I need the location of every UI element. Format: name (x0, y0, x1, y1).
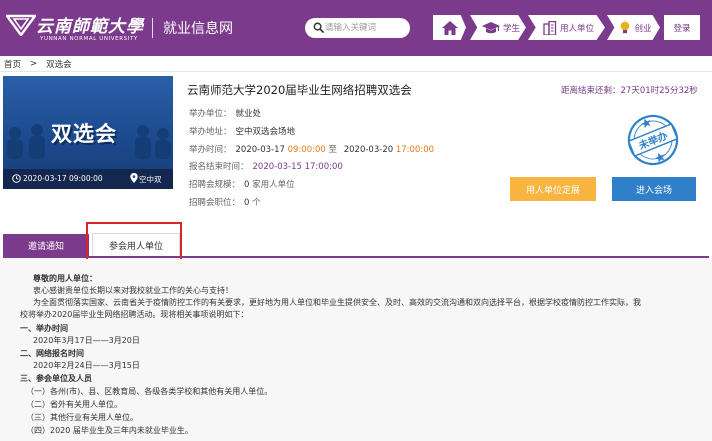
banner-title: 双选会 (51, 122, 117, 146)
organizer-value: 就业处 (235, 109, 262, 119)
building-icon (543, 20, 557, 35)
breadcrumb: 首页 > 双选会 (4, 56, 72, 71)
notice-item-4: （四）2020 届毕业生及三年内未就业毕业生。 (26, 426, 193, 435)
breadcrumb-divider (0, 71, 712, 72)
notice-paragraph-2: 校将举办2020届毕业生网络招聘活动。现将相关事项说明如下： (20, 310, 249, 319)
notice-paragraph-1: 为全面贯彻落实国家、云南省关于疫情防控工作的有关要求，更好地为用人单位和毕业生提… (33, 298, 641, 307)
lightbulb-icon (621, 20, 630, 34)
notice-time-text: 2020年3月17日——3月20日 (33, 336, 140, 345)
notice-item-1: （一）各州(市)、县、区教育局、各级各类学校和其他有关用人单位。 (26, 387, 273, 396)
notice-heading-time: 一、举办时间 (20, 324, 68, 333)
nav-startup-button[interactable]: 创业 (607, 15, 660, 40)
notice-thanks: 衷心感谢贵单位长期以来对我校就业工作的关心与支持！ (33, 286, 233, 295)
info-scale: 招聘会规模： 0 家用人单位 (189, 178, 295, 190)
enter-venue-button[interactable]: 进入会场 (612, 177, 696, 201)
search-input[interactable] (325, 21, 405, 35)
logo-emblem-icon (6, 14, 36, 36)
breadcrumb-current: 双选会 (46, 59, 72, 70)
search-box (305, 18, 410, 38)
nav-student-button[interactable]: 学生 (470, 15, 526, 40)
address-value: 空中双选会场地 (235, 127, 296, 137)
banner-date: 2020-03-17 09:00:00 (23, 174, 103, 183)
info-time: 举办时间： 2020-03-17 09:00:00 至 2020-03-20 17… (189, 143, 434, 155)
site-name: 就业信息网 (163, 21, 233, 37)
start-date: 2020-03-17 (235, 145, 285, 155)
site-header: 云南師範大學 YUNNAN NORMAL UNIVERSITY 就业信息网 学生 (0, 0, 712, 56)
university-logo[interactable]: 云南師範大學 YUNNAN NORMAL UNIVERSITY (6, 10, 146, 46)
time-label: 举办时间： (189, 145, 232, 155)
banner-footer: 2020-03-17 09:00:00 空中双 (3, 169, 173, 189)
notice-item-3: （三）其他行业有关用人单位。 (26, 413, 138, 422)
notice-heading-participants: 三、参会单位及人员 (20, 374, 92, 383)
logo-english-name: YUNNAN NORMAL UNIVERSITY (40, 36, 138, 42)
notice-salutation: 尊敬的用人单位： (33, 274, 97, 283)
tab-highlight-box (86, 222, 182, 262)
logo-divider (152, 18, 153, 38)
organizer-label: 举办单位： (189, 109, 232, 119)
positions-unit: 个 (252, 198, 261, 208)
breadcrumb-home-link[interactable]: 首页 (4, 58, 21, 70)
info-positions: 招聘会职位： 0 个 (189, 196, 261, 208)
nav-home-button[interactable] (433, 15, 466, 40)
banner-place: 空中双 (139, 175, 162, 184)
time-to: 至 (328, 145, 338, 155)
signup-end-label: 报名结束时间： (189, 162, 249, 172)
scale-label: 招聘会规模： (189, 180, 241, 190)
breadcrumb-separator: > (30, 58, 38, 69)
positions-value: 0 (244, 198, 250, 208)
notice-signup-text: 2020年2月24日——3月15日 (33, 361, 140, 370)
search-icon[interactable] (313, 22, 324, 33)
nav-student-label: 学生 (502, 23, 520, 34)
countdown-timer: 距离结束还剩：27天01时25分32秒 (561, 86, 698, 96)
employer-booth-button[interactable]: 用人单位定展 (510, 177, 596, 201)
notice-item-2: （二）省外有关用人单位。 (26, 400, 122, 409)
positions-label: 招聘会职位： (189, 198, 241, 208)
start-time: 09:00:00 (287, 145, 326, 155)
signup-end-value: 2020-03-15 17:00:00 (252, 162, 343, 172)
clock-icon (12, 174, 21, 183)
info-organizer: 举办单位： 就业处 (189, 107, 261, 119)
logo-chinese-name: 云南師範大學 (36, 17, 144, 37)
notice-heading-signup: 二、网络报名时间 (20, 349, 84, 358)
info-address: 举办地址： 空中双选会场地 (189, 125, 295, 137)
scale-value: 0 (244, 180, 250, 190)
address-label: 举办地址： (189, 127, 232, 137)
not-held-stamp-icon: 未举办 (627, 114, 679, 166)
end-date: 2020-03-20 (343, 145, 394, 155)
scale-unit: 家用人单位 (252, 180, 295, 190)
nav-employer-label: 用人单位 (559, 23, 594, 34)
nav-employer-button[interactable]: 用人单位 (528, 15, 605, 40)
event-title: 云南师范大学2020届毕业生网络招聘双选会 (187, 83, 412, 97)
location-pin-icon (130, 173, 138, 183)
home-icon (441, 20, 458, 35)
tab-invitation-notice[interactable]: 邀请通知 (3, 234, 89, 256)
login-button[interactable]: 登录 (664, 15, 700, 40)
info-signup-end: 报名结束时间： 2020-03-15 17:00:00 (189, 160, 343, 172)
notice-content: 尊敬的用人单位： 衷心感谢贵单位长期以来对我校就业工作的关心与支持！ 为全面贯彻… (0, 259, 712, 441)
end-time: 17:00:00 (395, 145, 435, 155)
nav-startup-label: 创业 (634, 23, 652, 34)
event-banner-image: 双选会 2020-03-17 09:00:00 空中双 (3, 76, 173, 189)
graduation-cap-icon (481, 21, 500, 33)
